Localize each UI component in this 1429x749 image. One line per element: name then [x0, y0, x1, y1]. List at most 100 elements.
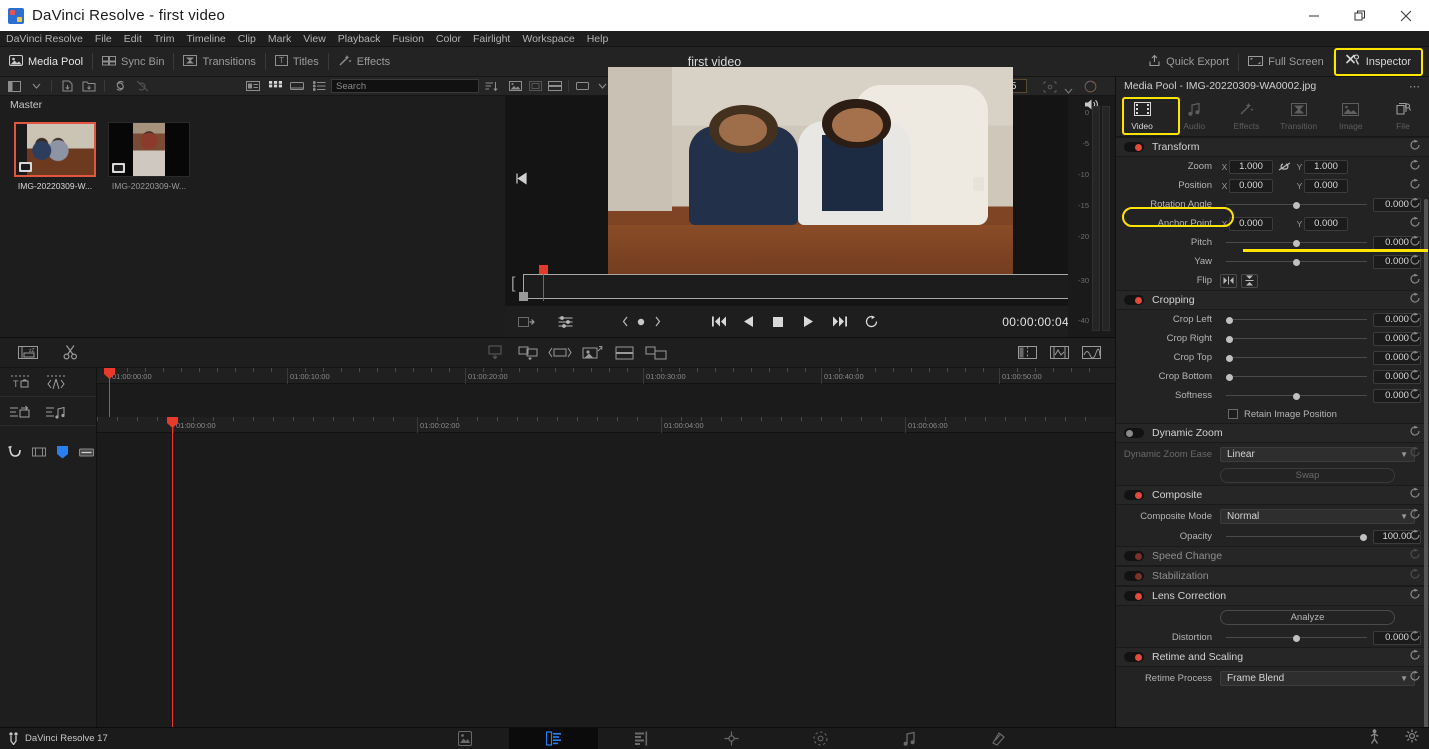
- menu-item-help[interactable]: Help: [587, 33, 609, 45]
- search-input[interactable]: [331, 79, 479, 93]
- marker-icon[interactable]: [56, 445, 69, 464]
- reset-speed-change-icon[interactable]: [1409, 547, 1421, 565]
- toolbar-media-pool-button[interactable]: Media Pool: [0, 47, 92, 77]
- flip-horizontal-icon[interactable]: [1220, 273, 1237, 288]
- sidebar-toggle-icon[interactable]: [4, 79, 24, 94]
- opacity-slider[interactable]: [1226, 530, 1367, 544]
- inspector-button[interactable]: Inspector: [1333, 48, 1423, 76]
- ripple-overwrite-icon[interactable]: [544, 338, 576, 368]
- play-icon[interactable]: [793, 306, 824, 338]
- filmstrip-view-icon[interactable]: [287, 79, 307, 94]
- menu-item-workspace[interactable]: Workspace: [522, 33, 574, 45]
- append-icon[interactable]: [512, 338, 544, 368]
- video-only-icon[interactable]: [6, 401, 34, 421]
- tab-file[interactable]: File: [1377, 101, 1429, 131]
- transform-toggle[interactable]: [1124, 142, 1144, 152]
- toolbar-sync-bin-button[interactable]: Sync Bin: [93, 47, 173, 77]
- reset-flip-icon[interactable]: [1409, 272, 1421, 290]
- close-icon[interactable]: [1383, 0, 1429, 31]
- inspector-content[interactable]: Transform Zoom X 1.000 Y 1.000 Position …: [1116, 137, 1429, 727]
- section-composite[interactable]: Composite: [1116, 485, 1429, 505]
- reset-retime-process-icon[interactable]: [1409, 669, 1421, 687]
- reset-anchor-point-icon[interactable]: [1409, 215, 1421, 233]
- jump-to-start-icon[interactable]: [703, 306, 734, 338]
- zoom-y-field[interactable]: 1.000: [1304, 159, 1348, 174]
- jump-in-point-icon[interactable]: [515, 171, 528, 187]
- edit-page-icon[interactable]: [598, 728, 687, 749]
- composite-toggle[interactable]: [1124, 490, 1144, 500]
- flip-vertical-icon[interactable]: [1241, 273, 1258, 288]
- section-dynamic-zoom[interactable]: Dynamic Zoom: [1116, 423, 1429, 443]
- fusion-page-icon[interactable]: [687, 728, 776, 749]
- timeline-detail-ruler[interactable]: 01:00:00:00 01:00:02:00 01:00:04:00 01:0…: [97, 417, 1115, 433]
- track-icon[interactable]: [79, 445, 94, 463]
- reset-lens-correction-icon[interactable]: [1409, 587, 1421, 605]
- menu-item-file[interactable]: File: [95, 33, 112, 45]
- dynamic-zoom-toggle[interactable]: [1124, 428, 1144, 438]
- sync-icon[interactable]: [110, 79, 130, 94]
- source-overwrite2-icon[interactable]: [640, 338, 672, 368]
- pitch-slider[interactable]: [1226, 236, 1367, 250]
- section-cropping[interactable]: Cropping: [1116, 290, 1429, 310]
- audio-only-icon[interactable]: [42, 401, 70, 421]
- lock-track-icon[interactable]: T: [6, 372, 34, 392]
- menu-item-clip[interactable]: Clip: [238, 33, 256, 45]
- close-up-icon[interactable]: [576, 338, 608, 368]
- stabilization-toggle[interactable]: [1124, 571, 1144, 581]
- reset-transform-icon[interactable]: [1409, 138, 1421, 156]
- menu-item-davinci-resolve[interactable]: DaVinci Resolve: [6, 33, 83, 45]
- list-view-icon[interactable]: [309, 79, 329, 94]
- crop-bottom-slider[interactable]: [1226, 370, 1367, 384]
- tab-effects[interactable]: Effects: [1220, 101, 1272, 131]
- section-lens-correction[interactable]: Lens Correction: [1116, 586, 1429, 606]
- stop-icon[interactable]: [762, 306, 793, 338]
- rotation-angle-slider[interactable]: [1226, 198, 1367, 212]
- reset-cropping-icon[interactable]: [1409, 291, 1421, 309]
- tab-video[interactable]: Video: [1116, 101, 1168, 131]
- menu-item-mark[interactable]: Mark: [268, 33, 291, 45]
- reset-crop-right-icon[interactable]: [1409, 330, 1421, 348]
- flag-icon[interactable]: [42, 372, 70, 392]
- insert-clip-icon[interactable]: [505, 306, 547, 338]
- reset-rotation-angle-icon[interactable]: [1409, 196, 1421, 214]
- place-on-top-icon[interactable]: [608, 338, 640, 368]
- section-speed-change[interactable]: Speed Change: [1116, 546, 1429, 566]
- section-retime-and-scaling[interactable]: Retime and Scaling: [1116, 647, 1429, 667]
- maximize-icon[interactable]: [1337, 0, 1383, 31]
- snapping-icon[interactable]: [8, 445, 22, 464]
- retime-process-select[interactable]: Frame Blend ▼: [1220, 670, 1415, 686]
- full-screen-button[interactable]: Full Screen: [1239, 47, 1333, 77]
- speed-change-toggle[interactable]: [1124, 551, 1144, 561]
- position-y-field[interactable]: 0.000: [1304, 178, 1348, 193]
- project-manager-icon[interactable]: [1368, 728, 1381, 749]
- retime-and-scaling-toggle[interactable]: [1124, 652, 1144, 662]
- menu-item-edit[interactable]: Edit: [124, 33, 142, 45]
- yaw-slider[interactable]: [1226, 255, 1367, 269]
- source-overwrite-icon[interactable]: [480, 338, 512, 368]
- scrubber-playhead[interactable]: [539, 265, 548, 301]
- more-options-icon[interactable]: ⋯: [1409, 80, 1421, 93]
- chevron-down-icon[interactable]: [26, 79, 46, 94]
- timeline-tracks-area[interactable]: 01:00:00:00 01:00:10:00 01:00:20:00 01:0…: [97, 368, 1115, 727]
- timeline-playhead-detail[interactable]: [172, 417, 173, 727]
- viewer-scrubber[interactable]: [ ]: [511, 265, 1109, 301]
- dynamic-zoom-ease-select[interactable]: Linear ▼: [1220, 446, 1415, 462]
- reset-composite-icon[interactable]: [1409, 486, 1421, 504]
- zoom-x-field[interactable]: 1.000: [1229, 159, 1273, 174]
- transition-icon[interactable]: [1075, 338, 1107, 368]
- anchor-y-field[interactable]: 0.000: [1304, 216, 1348, 231]
- project-settings-icon[interactable]: [1405, 729, 1419, 749]
- reset-crop-left-icon[interactable]: [1409, 311, 1421, 329]
- deliver-page-icon[interactable]: [954, 728, 1043, 749]
- distortion-slider[interactable]: [1226, 631, 1367, 645]
- smart-edit-icon[interactable]: zZ: [12, 338, 44, 368]
- boundary-icon[interactable]: [32, 445, 46, 463]
- section-stabilization[interactable]: Stabilization: [1116, 566, 1429, 586]
- scrubber-track[interactable]: [523, 274, 1097, 299]
- toolbar-titles-button[interactable]: T Titles: [266, 47, 328, 77]
- reset-softness-icon[interactable]: [1409, 387, 1421, 405]
- razor-icon[interactable]: [54, 338, 86, 368]
- thumbnail-view-icon[interactable]: [265, 79, 285, 94]
- inspector-scrollbar[interactable]: [1424, 199, 1428, 727]
- toolbar-transitions-button[interactable]: Transitions: [174, 47, 264, 77]
